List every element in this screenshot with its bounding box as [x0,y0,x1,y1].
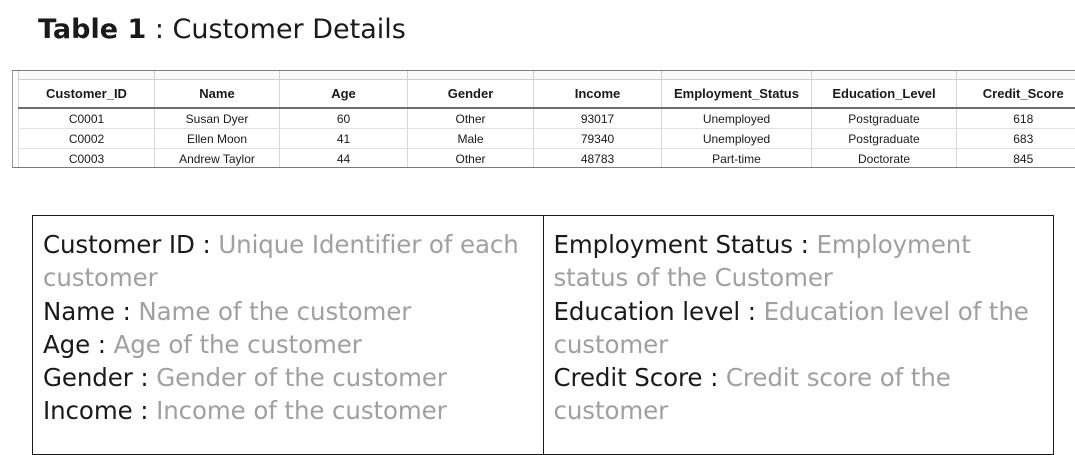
table-cell: Doctorate [812,149,957,169]
table-cell: C0002 [19,129,155,149]
header-cell: Gender [408,80,534,109]
definition-gender: Gender : Gender of the customer [43,361,543,394]
table-cell: Unemployed [662,129,812,149]
definitions-left-column: Customer ID : Unique Identifier of each … [33,216,543,454]
table-row: C0001 Susan Dyer 60 Other 93017 Unemploy… [19,108,1075,129]
table-cell: 683 [957,129,1075,149]
header-cell: Income [534,80,662,109]
table-cell: 41 [280,129,408,149]
header-cell: Credit_Score [957,80,1075,109]
definition-employment-status: Employment Status : Employment status of… [554,228,1054,295]
definition-education-level: Education level : Education level of the… [554,295,1054,362]
table-cell: C0003 [19,149,155,169]
table-cell: Ellen Moon [155,129,280,149]
definitions-right-column: Employment Status : Employment status of… [543,216,1054,454]
definition-description: Income of the customer [156,396,447,425]
definition-term: Income [43,396,133,425]
column-letter-row [19,71,1075,80]
table-cell: 79340 [534,129,662,149]
caption-label: Table 1 [38,14,146,45]
definition-term: Gender [43,363,133,392]
table-cell: Postgraduate [812,108,957,129]
table-cell: 44 [280,149,408,169]
table-row: C0003 Andrew Taylor 44 Other 48783 Part-… [19,149,1075,169]
header-cell: Age [280,80,408,109]
table-cell: Postgraduate [812,129,957,149]
table-cell: 93017 [534,108,662,129]
table-cell: Andrew Taylor [155,149,280,169]
definition-description: Age of the customer [114,330,362,359]
table-cell: 60 [280,108,408,129]
spreadsheet-table: Customer_ID Name Age Gender Income Emplo… [12,70,1075,168]
table-caption: Table 1 : Customer Details [38,14,406,45]
definition-term: Credit Score [554,363,703,392]
definition-name: Name : Name of the customer [43,295,543,328]
table-cell: C0001 [19,108,155,129]
header-cell: Employment_Status [662,80,812,109]
definition-description: Name of the customer [138,297,411,326]
table-cell: Male [408,129,534,149]
definitions-box: Customer ID : Unique Identifier of each … [32,215,1054,455]
definition-description: Gender of the customer [156,363,447,392]
definition-term: Name [43,297,115,326]
table-cell: Part-time [662,149,812,169]
table-cell: 48783 [534,149,662,169]
definition-term: Customer ID [43,230,195,259]
definition-term: Age [43,330,90,359]
table-cell: Other [408,149,534,169]
definition-term: Education level [554,297,741,326]
header-cell: Customer_ID [19,80,155,109]
definition-term: Employment Status [554,230,793,259]
header-row: Customer_ID Name Age Gender Income Emplo… [19,80,1075,109]
definition-credit-score: Credit Score : Credit score of the custo… [554,361,1054,428]
table-row: C0002 Ellen Moon 41 Male 79340 Unemploye… [19,129,1075,149]
table-cell: 618 [957,108,1075,129]
definition-customer-id: Customer ID : Unique Identifier of each … [43,228,543,295]
definition-age: Age : Age of the customer [43,328,543,361]
definition-income: Income : Income of the customer [43,394,543,427]
header-cell: Education_Level [812,80,957,109]
table-cell: Susan Dyer [155,108,280,129]
table-cell: 845 [957,149,1075,169]
table-cell: Other [408,108,534,129]
header-cell: Name [155,80,280,109]
table-cell: Unemployed [662,108,812,129]
caption-text: : Customer Details [146,14,406,45]
